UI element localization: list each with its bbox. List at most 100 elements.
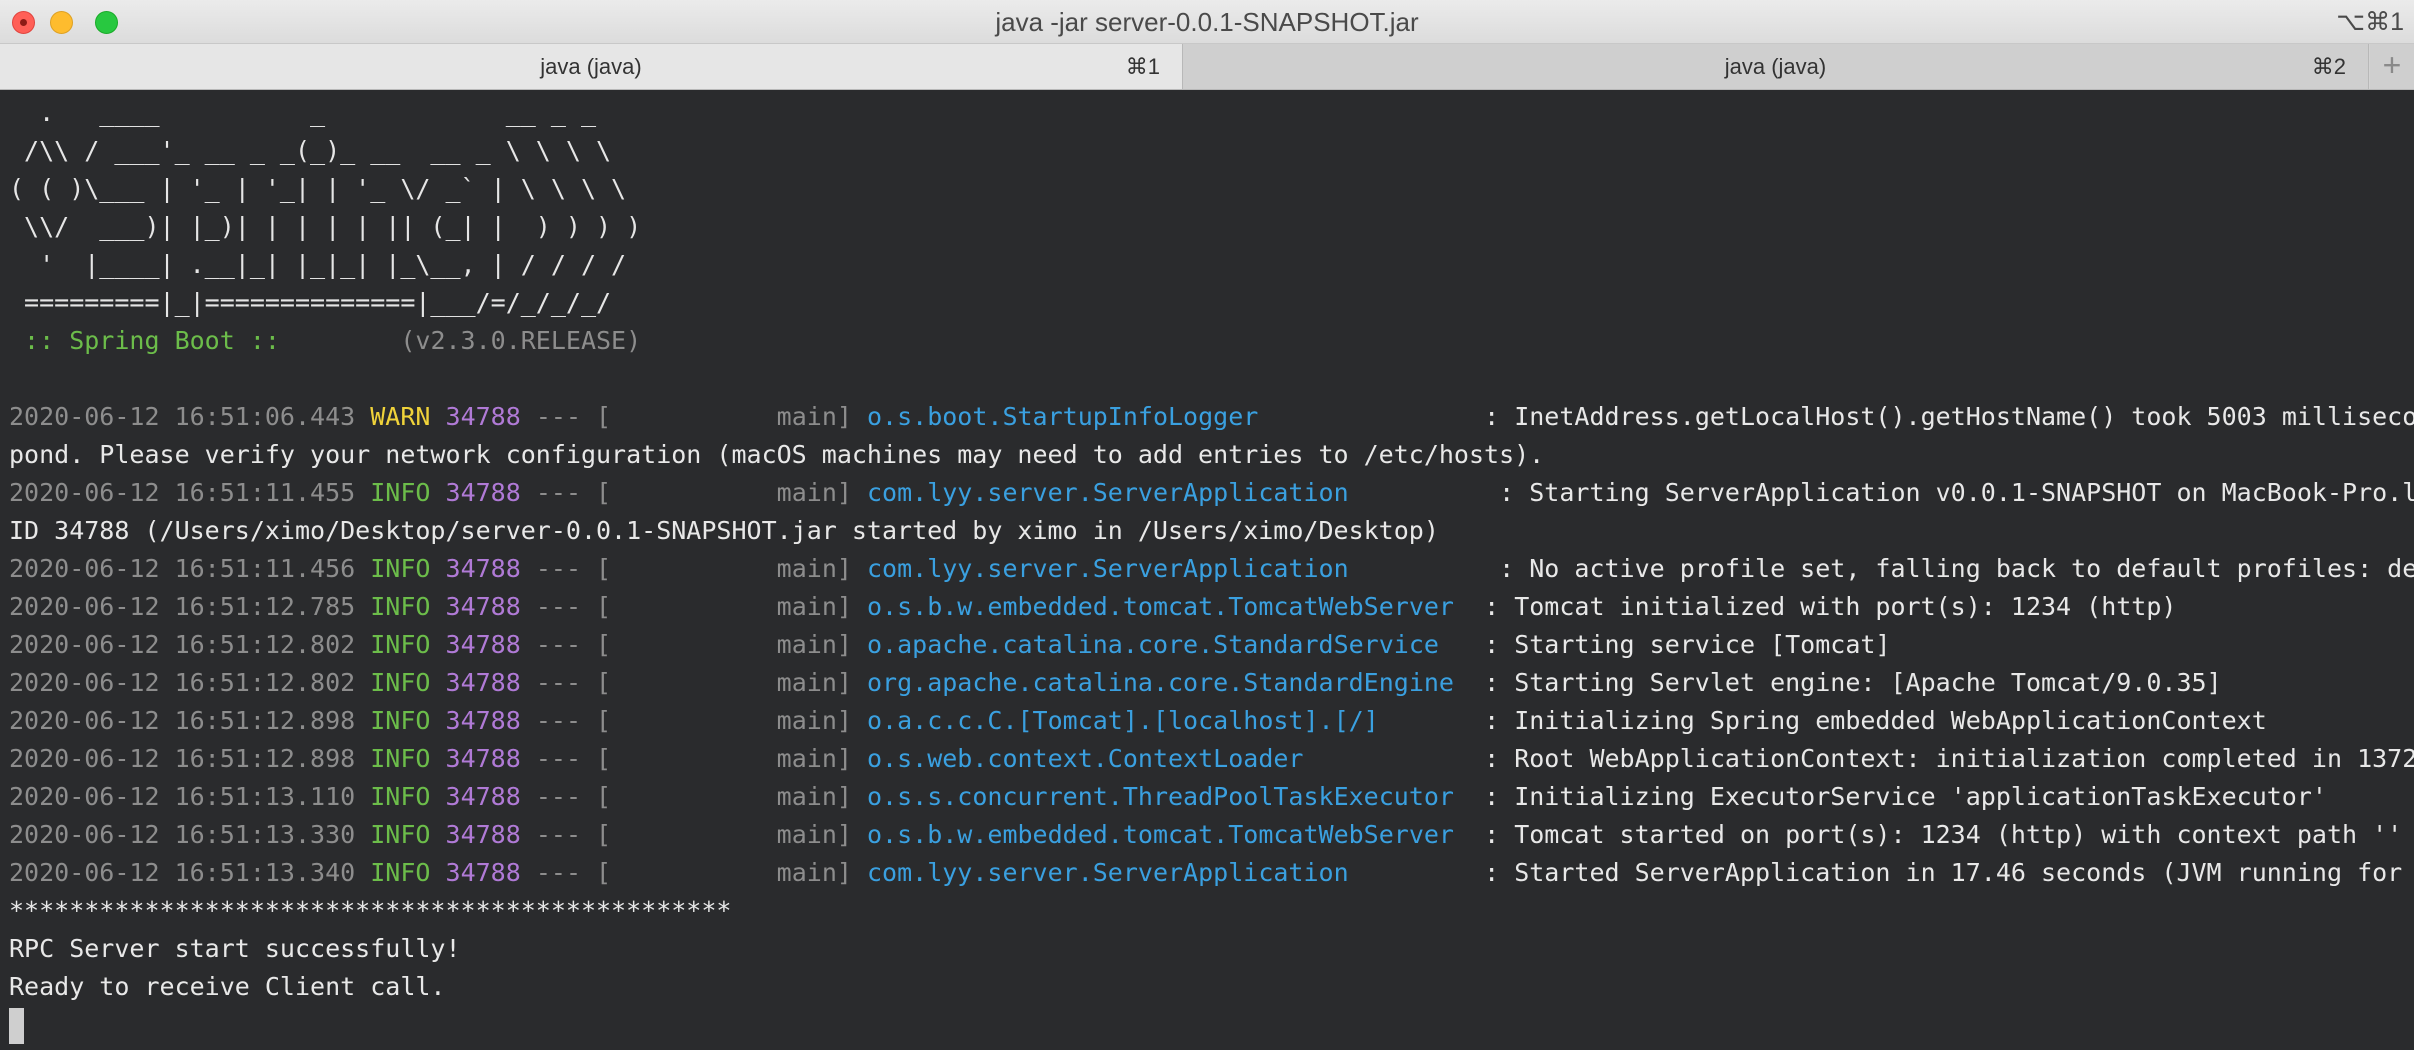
log-level: INFO [370, 858, 431, 887]
window-title: java -jar server-0.0.1-SNAPSHOT.jar [995, 7, 1419, 37]
log-pid: 34788 [445, 554, 521, 583]
log-thread: --- [ main] [520, 630, 867, 659]
log-logger: o.s.b.w.embedded.tomcat.TomcatWebServer [866, 820, 1485, 849]
log-logger: com.lyy.server.ServerApplication [866, 478, 1485, 507]
terminal-window: java -jar server-0.0.1-SNAPSHOT.jar ⌥⌘1 … [0, 0, 2414, 1050]
log-level: INFO [370, 668, 431, 697]
log-message: : Starting Servlet engine: [Apache Tomca… [1484, 668, 2222, 697]
log-line: 2020-06-12 16:51:12.802 INFO 34788 --- [… [9, 664, 2222, 702]
log-pid: 34788 [445, 402, 521, 431]
log-logger: o.s.boot.StartupInfoLogger [866, 402, 1470, 431]
rpc-start-message: RPC Server start successfully! [9, 934, 461, 963]
log-line: 2020-06-12 16:51:12.898 INFO 34788 --- [… [9, 702, 2267, 740]
log-message: : Tomcat initialized with port(s): 1234 … [1484, 592, 2177, 621]
log-level: INFO [370, 592, 431, 621]
log-message: : Started ServerApplication in 17.46 sec… [1484, 858, 2403, 887]
tab-shortcut: ⌘1 [1125, 54, 1160, 79]
log-timestamp: 2020-06-12 16:51:11.455 [9, 478, 356, 507]
log-timestamp: 2020-06-12 16:51:11.456 [9, 554, 356, 583]
log-logger: o.apache.catalina.core.StandardService [866, 630, 1485, 659]
log-message: : Starting ServerApplication v0.0.1-SNAP… [1499, 478, 2414, 507]
log-line: 2020-06-12 16:51:12.785 INFO 34788 --- [… [9, 588, 2176, 626]
log-timestamp: 2020-06-12 16:51:13.340 [9, 858, 356, 887]
log-timestamp: 2020-06-12 16:51:12.802 [9, 630, 356, 659]
log-timestamp: 2020-06-12 16:51:06.443 [9, 402, 356, 431]
log-pid: 34788 [445, 744, 521, 773]
tab-java-2[interactable]: java (java) ⌘2 [1183, 44, 2369, 89]
log-logger: o.s.s.concurrent.ThreadPoolTaskExecutor [866, 782, 1485, 811]
log-timestamp: 2020-06-12 16:51:13.330 [9, 820, 356, 849]
log-thread: --- [ main] [520, 592, 867, 621]
spring-boot-label: :: Spring Boot :: [9, 326, 295, 355]
log-pid: 34788 [445, 592, 521, 621]
new-tab-button[interactable]: + [2370, 44, 2414, 89]
log-level: INFO [370, 554, 431, 583]
log-thread: --- [ main] [520, 820, 867, 849]
log-message: : Starting service [Tomcat] [1484, 630, 1891, 659]
banner-line: =========|_|==============|___/=/_/_/_/ [9, 288, 612, 317]
spring-boot-version-line: :: Spring Boot :: (v2.3.0.RELEASE) [9, 322, 641, 360]
log-message: : Root WebApplicationContext: initializa… [1484, 744, 2414, 773]
log-level: INFO [370, 744, 431, 773]
title-bar: java -jar server-0.0.1-SNAPSHOT.jar ⌥⌘1 [0, 0, 2414, 44]
banner-line: . ____ _ __ _ _ [9, 98, 596, 127]
log-timestamp: 2020-06-12 16:51:12.785 [9, 592, 356, 621]
log-logger: o.s.web.context.ContextLoader [866, 744, 1485, 773]
tab-label: java (java) [540, 54, 642, 79]
log-logger: org.apache.catalina.core.StandardEngine [866, 668, 1485, 697]
log-level: WARN [370, 402, 431, 431]
log-thread: --- [ main] [520, 744, 867, 773]
log-pid: 34788 [445, 630, 521, 659]
log-message: : Initializing Spring embedded WebApplic… [1484, 706, 2267, 735]
tab-bar: java (java) ⌘1 java (java) ⌘2 + [0, 44, 2414, 90]
banner-line: ( ( )\___ | '_ | '_| | '_ \/ _` | \ \ \ … [9, 174, 627, 203]
log-line: 2020-06-12 16:51:13.330 INFO 34788 --- [… [9, 816, 2402, 854]
log-level: INFO [370, 820, 431, 849]
log-timestamp: 2020-06-12 16:51:12.802 [9, 668, 356, 697]
log-level: INFO [370, 630, 431, 659]
log-pid: 34788 [445, 668, 521, 697]
log-level: INFO [370, 478, 431, 507]
log-line: 2020-06-12 16:51:11.456 INFO 34788 --- [… [9, 550, 2414, 588]
log-line: 2020-06-12 16:51:06.443 WARN 34788 --- [… [9, 398, 2414, 436]
log-timestamp: 2020-06-12 16:51:12.898 [9, 744, 356, 773]
log-pid: 34788 [445, 820, 521, 849]
log-thread: --- [ main] [520, 706, 867, 735]
tab-shortcut: ⌘2 [2311, 54, 2346, 79]
spring-boot-version: (v2.3.0.RELEASE) [294, 326, 642, 355]
log-pid: 34788 [445, 706, 521, 735]
log-pid: 34788 [445, 858, 521, 887]
log-logger: com.lyy.server.ServerApplication [866, 554, 1485, 583]
log-timestamp: 2020-06-12 16:51:13.110 [9, 782, 356, 811]
banner-line: ' |____| .__|_| |_|_| |_\__, | / / / / [9, 250, 627, 279]
log-line: 2020-06-12 16:51:12.898 INFO 34788 --- [… [9, 740, 2414, 778]
log-timestamp: 2020-06-12 16:51:12.898 [9, 706, 356, 735]
log-line: 2020-06-12 16:51:13.110 INFO 34788 --- [… [9, 778, 2327, 816]
log-line: 2020-06-12 16:51:13.340 INFO 34788 --- [… [9, 854, 2414, 892]
log-thread: --- [ main] [520, 478, 867, 507]
log-message: : Tomcat started on port(s): 1234 (http)… [1484, 820, 2403, 849]
ready-message: Ready to receive Client call. [9, 972, 446, 1001]
window-shortcut: ⌥⌘1 [2336, 8, 2404, 36]
log-logger: com.lyy.server.ServerApplication [866, 858, 1485, 887]
terminal-output[interactable]: . ____ _ __ _ _ /\\ / ___'_ __ _ _(_)_ _… [0, 90, 2414, 1050]
log-thread: --- [ main] [520, 782, 867, 811]
log-thread: --- [ main] [520, 668, 867, 697]
log-level: INFO [370, 782, 431, 811]
log-continuation: pond. Please verify your network configu… [9, 440, 1545, 469]
log-line: 2020-06-12 16:51:12.802 INFO 34788 --- [… [9, 626, 1890, 664]
log-message: : InetAddress.getLocalHost().getHostName… [1484, 402, 2414, 431]
banner-line: /\\ / ___'_ __ _ _(_)_ __ __ _ \ \ \ \ [9, 136, 612, 165]
log-message: : Initializing ExecutorService 'applicat… [1484, 782, 2327, 811]
log-logger: o.s.b.w.embedded.tomcat.TomcatWebServer [866, 592, 1485, 621]
log-continuation: ID 34788 (/Users/ximo/Desktop/server-0.0… [9, 516, 1439, 545]
log-level: INFO [370, 706, 431, 735]
log-thread: --- [ main] [520, 402, 867, 431]
tab-label: java (java) [1724, 54, 1827, 79]
log-pid: 34788 [445, 782, 521, 811]
tab-java-1[interactable]: java (java) ⌘1 [0, 44, 1183, 89]
log-thread: --- [ main] [520, 554, 867, 583]
asterisk-separator: ****************************************… [9, 896, 732, 925]
log-message: : No active profile set, falling back to… [1484, 554, 2414, 583]
text-cursor [9, 1008, 24, 1044]
